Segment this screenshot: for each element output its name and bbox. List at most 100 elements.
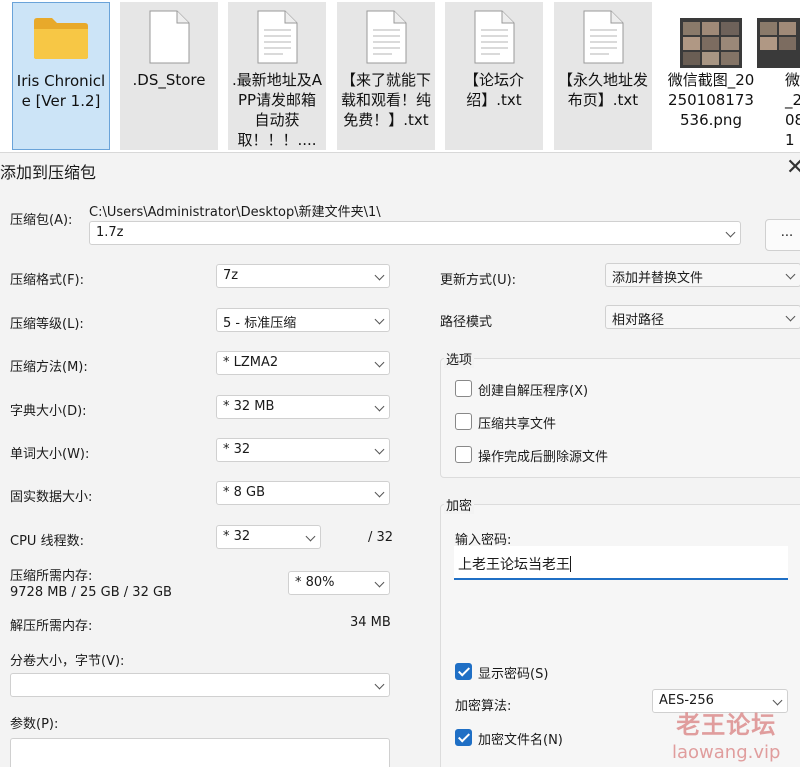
archive-path: C:\Users\Administrator\Desktop\新建文件夹\1\ [89, 205, 381, 220]
chevron-down-icon [725, 227, 736, 238]
watermark-en: laowang.vip [672, 742, 781, 763]
options-group-title: 选项 [444, 349, 475, 368]
archive-name-value: 1.7z [96, 225, 124, 240]
chevron-down-icon [772, 695, 783, 706]
password-input[interactable]: 上老王论坛当老王 [454, 546, 788, 580]
dict-value: * 32 MB [223, 399, 275, 414]
dict-combo[interactable]: * 32 MB [216, 395, 390, 419]
method-value: * LZMA2 [223, 355, 279, 370]
text-file-icon [474, 10, 515, 64]
text-file-icon [366, 10, 407, 64]
path-mode-combo[interactable]: 相对路径 [605, 305, 800, 329]
desktop-file-screenshot-png[interactable]: 微信截图_20250108173536.png [662, 2, 760, 150]
split-combo[interactable] [10, 673, 390, 697]
watermark: 老王论坛 laowang.vip [672, 705, 780, 763]
chevron-down-icon [374, 679, 385, 690]
shared-files-checkbox[interactable] [455, 413, 472, 430]
params-label: 参数(P): [10, 717, 59, 732]
chevron-down-icon [374, 314, 385, 325]
image-thumbnail-icon [680, 18, 742, 68]
mem-comp-detail: 9728 MB / 25 GB / 32 GB [10, 585, 172, 600]
folder-icon [34, 18, 88, 59]
desktop-file-iris-chronicle[interactable]: Iris Chronicle [Ver 1.2] [12, 2, 110, 150]
encryption-group-title: 加密 [444, 495, 475, 514]
text-file-icon [583, 10, 624, 64]
format-value: 7z [223, 268, 239, 283]
desktop-file-permanent-address[interactable]: 【永久地址发布页】.txt [554, 2, 652, 150]
browse-button[interactable]: ... [765, 219, 800, 251]
mem-pct-combo[interactable]: * 80% [288, 571, 390, 595]
mem-decomp-label: 解压所需内存: [10, 619, 93, 634]
delete-after-label: 操作完成后删除源文件 [478, 450, 609, 465]
chevron-down-icon [305, 531, 316, 542]
level-label: 压缩等级(L): [10, 317, 84, 332]
watermark-cn: 老王论坛 [676, 711, 777, 739]
chevron-down-icon [374, 487, 385, 498]
path-mode-label: 路径模式 [440, 315, 493, 330]
mem-pct-value: * 80% [295, 575, 335, 590]
image-thumbnail-icon [757, 18, 800, 68]
dict-label: 字典大小(D): [10, 404, 87, 419]
method-label: 压缩方法(M): [10, 360, 88, 375]
mem-decomp-value: 34 MB [350, 615, 391, 630]
archive-name-combo[interactable]: 1.7z [89, 221, 741, 245]
file-name: .最新地址及APP请发邮箱自动获取！！！.... [231, 71, 323, 149]
method-combo[interactable]: * LZMA2 [216, 351, 390, 375]
split-label: 分卷大小，字节(V): [10, 654, 125, 669]
chevron-down-icon [374, 357, 385, 368]
chevron-down-icon [374, 401, 385, 412]
desktop-file-free-download[interactable]: 【来了就能下载和观看！纯免费！】.txt [337, 2, 435, 150]
mem-comp-label: 压缩所需内存: [10, 569, 93, 584]
delete-after-checkbox[interactable] [455, 446, 472, 463]
desktop-file-ds-store[interactable]: .DS_Store [120, 2, 218, 150]
cpu-value: * 32 [223, 529, 251, 544]
level-combo[interactable]: 5 - 标准压缩 [216, 308, 390, 332]
show-password-label: 显示密码(S) [478, 667, 549, 682]
chevron-down-icon [785, 269, 796, 280]
sfx-checkbox[interactable] [455, 380, 472, 397]
desktop-file-forum-intro[interactable]: 【论坛介绍】.txt [445, 2, 543, 150]
dialog-titlebar: 添加到压缩包 ✕ [0, 153, 800, 185]
desktop-file-latest-address[interactable]: .最新地址及APP请发邮箱自动获取！！！.... [228, 2, 326, 150]
file-name: 【来了就能下载和观看！纯免费！】.txt [340, 71, 431, 129]
update-label: 更新方式(U): [440, 273, 517, 288]
file-icon [149, 10, 190, 64]
file-name: 【永久地址发布页】.txt [557, 71, 648, 109]
enc-method-label: 加密算法: [455, 699, 512, 714]
show-password-checkbox[interactable] [455, 663, 472, 680]
path-mode-value: 相对路径 [612, 313, 665, 328]
password-value: 上老王论坛当老王 [458, 557, 570, 573]
encrypt-names-checkbox[interactable] [455, 729, 472, 746]
encrypt-names-label: 加密文件名(N) [478, 733, 563, 748]
file-name: 微信截图_20250108173536.png [667, 71, 755, 129]
chevron-down-icon [374, 577, 385, 588]
file-name: Iris Chronicle [Ver 1.2] [16, 72, 106, 110]
format-combo[interactable]: 7z [216, 264, 390, 288]
word-label: 单词大小(W): [10, 447, 90, 462]
word-value: * 32 [223, 442, 251, 457]
update-combo[interactable]: 添加并替换文件 [605, 263, 800, 287]
text-file-icon [257, 10, 298, 64]
word-combo[interactable]: * 32 [216, 438, 390, 462]
cpu-label: CPU 线程数: [10, 534, 84, 549]
format-label: 压缩格式(F): [10, 273, 85, 288]
add-to-archive-dialog: 添加到压缩包 ✕ 压缩包(A): C:\Users\Administrator\… [0, 152, 800, 767]
file-name: 【论坛介绍】.txt [463, 71, 524, 109]
chevron-down-icon [374, 270, 385, 281]
cpu-max: / 32 [368, 530, 394, 545]
sfx-label: 创建自解压程序(X) [478, 384, 589, 399]
level-value: 5 - 标准压缩 [223, 316, 297, 331]
solid-combo[interactable]: * 8 GB [216, 481, 390, 505]
archive-label: 压缩包(A): [10, 213, 73, 228]
file-name: .DS_Store [132, 71, 206, 89]
dialog-title: 添加到压缩包 [0, 163, 97, 182]
close-icon[interactable]: ✕ [786, 155, 800, 180]
desktop-file-screenshot-partial[interactable]: 微_2081 [757, 2, 800, 150]
solid-label: 固实数据大小: [10, 490, 93, 505]
text-caret [570, 556, 571, 572]
chevron-down-icon [785, 311, 796, 322]
file-name: 微_2081 [785, 71, 800, 149]
chevron-down-icon [374, 444, 385, 455]
params-input[interactable] [10, 738, 390, 767]
cpu-combo[interactable]: * 32 [216, 525, 321, 549]
